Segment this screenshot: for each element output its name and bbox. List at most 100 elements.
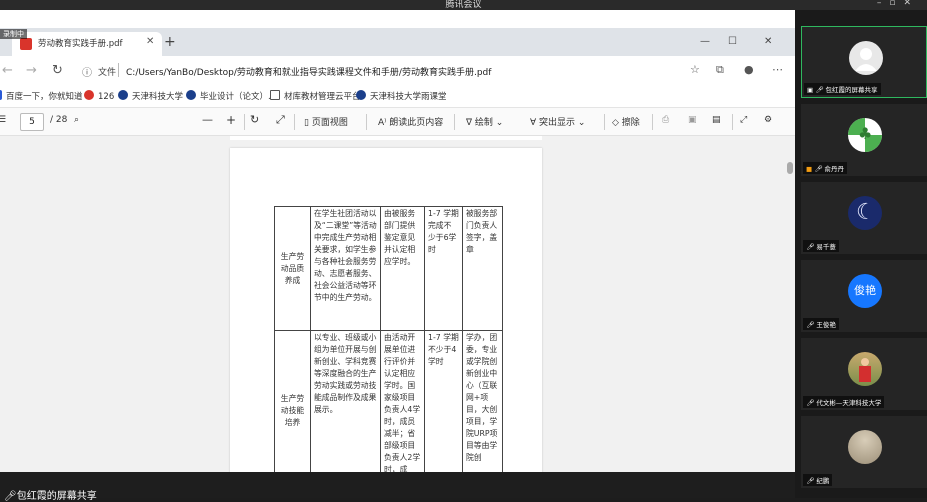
window-controls[interactable]: –▫✕	[877, 0, 919, 8]
zoom-in-icon[interactable]: +	[226, 113, 236, 127]
participant-tile[interactable]: ♣ ■ 🎤︎ 俞丹丹	[801, 104, 927, 176]
fullscreen-icon[interactable]: ⤢	[740, 115, 747, 125]
microphone-icon: 🎤︎	[806, 321, 817, 329]
bookmark-item[interactable]: 126	[84, 90, 114, 102]
microphone-icon: 🎤︎	[806, 399, 817, 407]
table-cell-signer: 被服务部门负责人签字，盖章	[462, 206, 503, 331]
zoom-out-icon[interactable]: —	[202, 113, 213, 126]
person-icon	[855, 48, 877, 71]
url-separator	[118, 63, 119, 77]
bookmark-item[interactable]: 材库教材管理云平台	[270, 90, 361, 102]
forward-icon[interactable]: →	[26, 63, 37, 78]
participant-tile[interactable]: 🎤︎ 纪鹏	[801, 416, 927, 488]
table-row: 生产劳动品质养成 在学生社团活动以及“二课堂”等活动中完成生产劳动相关要求，如学…	[274, 206, 503, 331]
microphone-icon: 🎤︎	[815, 86, 826, 94]
bookmarks-bar: 百度一下，你就知道 126 天津科技大学 毕业设计（论文）... 材库教材管理云…	[0, 86, 795, 108]
participant-name: 🎤︎ 代文彬—天津科技大学	[803, 396, 885, 408]
search-icon[interactable]: ⌕	[74, 115, 79, 125]
highlight-icon: ∀	[530, 118, 540, 128]
previous-page-edge	[230, 136, 542, 140]
print-icon[interactable]: ⎙	[662, 115, 669, 125]
table-cell-hours: 1-7 学期完成不少于6学时	[424, 206, 463, 331]
participant-tile[interactable]: ▣ 🎤︎ 包红霞的屏幕共享	[801, 26, 927, 98]
microphone-icon: 🎤︎	[806, 243, 817, 251]
table-cell-signer: 学办，团委，专业或学院创新创业中心（互联网+项目，大创项目，学院URP项目等由学…	[462, 330, 503, 472]
erase-button[interactable]: ◇ 擦除	[612, 115, 640, 128]
close-window-icon[interactable]: ✕	[764, 36, 772, 47]
browser-tab-bar: 劳动教育实践手册.pdf ✕ + — ☐ ✕	[0, 28, 795, 56]
meeting-title-bar: 腾讯会议 –▫✕	[0, 0, 927, 10]
table-cell-category: 生产劳动品质养成	[274, 206, 311, 331]
pdf-toolbar: ☰ 5 / 28 ⌕ — + ↻ ⤢ ▯ 页面视图 A⁾ 朗读此页内容 ∇ 绘制…	[0, 108, 795, 136]
page-view-icon: ▯	[304, 118, 312, 128]
table-cell-content: 在学生社团活动以及“二课堂”等活动中完成生产劳动相关要求，如学生参与各种社会服务…	[310, 206, 381, 331]
tab-close-icon[interactable]: ✕	[146, 36, 154, 47]
bookmark-item[interactable]: 天津科技大学	[118, 90, 183, 102]
pdf-viewer[interactable]: 生产劳动品质养成 在学生社团活动以及“二课堂”等活动中完成生产劳动相关要求，如学…	[0, 136, 795, 472]
table-cell-certify: 由被服务部门提供鉴定意见并认定相应学时。	[380, 206, 425, 331]
participant-tile[interactable]: 俊艳 🎤︎ 王俊艳	[801, 260, 927, 332]
toolbar-divider	[294, 114, 295, 130]
table-cell-category: 生产劳动技能培养	[274, 330, 311, 472]
more-menu-icon[interactable]: ⋯	[772, 63, 783, 76]
profile-icon[interactable]: ●	[744, 63, 754, 76]
highlight-button[interactable]: ∀ 突出显示 ⌄	[530, 115, 585, 128]
microphone-icon: 🎤︎	[814, 165, 825, 173]
toolbar-divider	[454, 114, 455, 130]
document-icon	[270, 90, 280, 100]
maximize-icon[interactable]: ☐	[728, 36, 737, 47]
favorite-icon[interactable]: ☆	[690, 63, 700, 76]
fit-page-icon[interactable]: ⤢	[276, 113, 285, 127]
url-field[interactable]: ⓘ 文件 C:/Users/YanBo/Desktop/劳动教育和就业指导实践课…	[78, 60, 718, 82]
avatar-photo	[848, 430, 882, 464]
toolbar-divider	[366, 114, 367, 130]
contents-icon[interactable]: ☰	[0, 115, 6, 125]
back-icon[interactable]: ←	[2, 63, 13, 78]
minimize-icon[interactable]: —	[700, 36, 710, 47]
refresh-icon[interactable]: ↻	[52, 63, 63, 78]
save-as-icon[interactable]: ▤	[712, 115, 721, 125]
info-icon[interactable]: ⓘ	[82, 64, 92, 79]
scrollbar-track[interactable]	[785, 136, 795, 472]
eraser-icon: ◇	[612, 118, 622, 128]
moon-icon: ☾	[856, 200, 876, 225]
toolbar-divider	[732, 114, 733, 130]
toolbar-divider	[604, 114, 605, 130]
new-tab-button[interactable]: +	[164, 34, 176, 50]
table-cell-content: 以专业、班级或小组为单位开展与创新创业、学科竞赛等深度融合的生产劳动实践或劳动技…	[310, 330, 381, 472]
address-bar: ← → ↻ ⓘ 文件 C:/Users/YanBo/Desktop/劳动教育和就…	[0, 56, 795, 86]
pdf-page: 生产劳动品质养成 在学生社团活动以及“二课堂”等活动中完成生产劳动相关要求，如学…	[230, 148, 542, 472]
rotate-icon[interactable]: ↻	[250, 113, 259, 126]
bookmark-item[interactable]: 毕业设计（论文）...	[186, 90, 276, 102]
read-aloud-button[interactable]: A⁾ 朗读此页内容	[378, 115, 443, 128]
user-icon: ■	[806, 165, 815, 173]
avatar: ☾	[848, 196, 882, 230]
participant-name: 🎤︎ 纪鹏	[803, 474, 833, 486]
page-number-input[interactable]: 5	[20, 113, 44, 131]
draw-button[interactable]: ∇ 绘制 ⌄	[466, 115, 503, 128]
bookmark-item[interactable]: 天津科技大学雨课堂	[356, 90, 447, 102]
table-cell-hours: 1-7 学期不少于4学时	[424, 330, 463, 472]
tab-title: 劳动教育实践手册.pdf	[38, 39, 123, 49]
tab-pdf[interactable]: 劳动教育实践手册.pdf ✕	[12, 32, 162, 56]
meeting-title: 腾讯会议	[445, 0, 482, 10]
avatar-initials: 俊艳	[848, 274, 882, 308]
table-row: 生产劳动技能培养 以专业、班级或小组为单位开展与创新创业、学科竞赛等深度融合的生…	[274, 330, 503, 472]
screen-share-label: 🎤︎包红霞的屏幕共享	[4, 491, 97, 502]
screen-share-icon: ▣	[807, 86, 816, 94]
participant-tile[interactable]: 🎤︎ 代文彬—天津科技大学	[801, 338, 927, 410]
avatar	[849, 41, 883, 75]
chevron-down-icon: ⌄	[575, 118, 586, 128]
save-icon[interactable]: ▣	[688, 115, 697, 125]
bookmark-icon	[118, 90, 128, 100]
settings-gear-icon[interactable]: ⚙	[764, 115, 772, 125]
collections-icon[interactable]: ⧉	[716, 63, 724, 77]
bookmark-icon	[84, 90, 94, 100]
participant-name: ■ 🎤︎ 俞丹丹	[803, 162, 848, 174]
participant-tile[interactable]: ☾ 🎤︎ 易千薏	[801, 182, 927, 254]
pdf-icon	[20, 38, 32, 50]
scrollbar-thumb[interactable]	[787, 162, 793, 174]
bookmark-item[interactable]: 百度一下，你就知道	[0, 90, 83, 102]
page-view-button[interactable]: ▯ 页面视图	[304, 115, 348, 128]
chevron-down-icon: ⌄	[492, 118, 504, 128]
